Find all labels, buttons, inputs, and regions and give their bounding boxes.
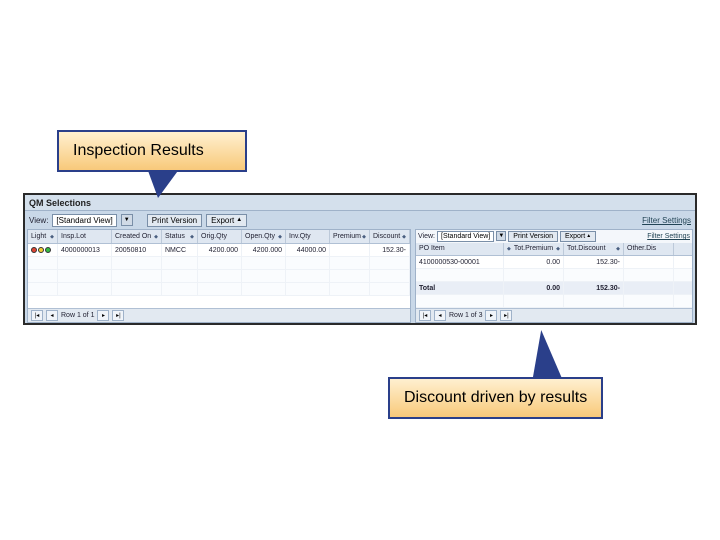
cell-insp-lot: 4000000013 — [58, 244, 112, 256]
print-version-button[interactable]: Print Version — [147, 214, 202, 227]
cell-orig-qty: 4200.000 — [198, 244, 242, 256]
view-select[interactable]: [Standard View] — [437, 231, 494, 242]
cell-status: NMCC — [162, 244, 198, 256]
col-insp-lot[interactable]: Insp.Lot — [58, 230, 112, 243]
pager-text: Row 1 of 3 — [449, 312, 482, 319]
pager-last-button[interactable]: ▸| — [112, 310, 124, 321]
left-pager: |◂ ◂ Row 1 of 1 ▸ ▸| — [28, 308, 410, 322]
export-button[interactable]: Export▲ — [560, 231, 596, 242]
traffic-light-icon — [31, 247, 51, 253]
col-orig-qty[interactable]: Orig.Qty — [198, 230, 242, 243]
callout-pointer — [517, 330, 562, 378]
table-row — [28, 257, 410, 270]
col-other-dis[interactable]: Other.Dis — [624, 243, 674, 255]
window-header: QM Selections — [25, 195, 695, 211]
view-label: View: — [418, 233, 435, 240]
callout-text: Inspection Results — [73, 142, 204, 159]
pager-first-button[interactable]: |◂ — [419, 310, 431, 321]
col-discount[interactable]: Discount◆ — [370, 230, 410, 243]
right-grid-header: PO Item ◆Tot.Premium◆ Tot.Discount◆ Othe… — [416, 243, 692, 256]
left-grid-header: Light◆ Insp.Lot Created On◆ Status◆ Orig… — [28, 230, 410, 244]
filter-settings-link[interactable]: Filter Settings — [647, 233, 690, 240]
cell-total-discount: 152.30- — [564, 282, 624, 294]
right-grid-body: 4100000530-00001 0.00 152.30- Total 0.00… — [416, 256, 692, 308]
col-tot-premium[interactable]: ◆Tot.Premium◆ — [504, 243, 564, 255]
table-row[interactable]: 4000000013 20050810 NMCC 4200.000 4200.0… — [28, 244, 410, 257]
table-row — [28, 283, 410, 296]
cell-premium — [330, 244, 370, 256]
table-row — [416, 269, 692, 282]
cell-inv-qty: 44000.00 — [286, 244, 330, 256]
col-status[interactable]: Status◆ — [162, 230, 198, 243]
pager-text: Row 1 of 1 — [61, 312, 94, 319]
callout-inspection-results: Inspection Results — [57, 130, 247, 172]
cell-total-premium: 0.00 — [504, 282, 564, 294]
pager-prev-button[interactable]: ◂ — [434, 310, 446, 321]
cell-open-qty: 4200.000 — [242, 244, 286, 256]
pager-prev-button[interactable]: ◂ — [46, 310, 58, 321]
filter-settings-link[interactable]: Filter Settings — [642, 216, 691, 225]
callout-text: Discount driven by results — [404, 389, 587, 406]
pager-next-button[interactable]: ▸ — [97, 310, 109, 321]
col-tot-discount[interactable]: Tot.Discount◆ — [564, 243, 624, 255]
pager-next-button[interactable]: ▸ — [485, 310, 497, 321]
cell-other — [624, 256, 674, 268]
cell-tot-discount: 152.30- — [564, 256, 624, 268]
cell-created-on: 20050810 — [112, 244, 162, 256]
view-select[interactable]: [Standard View] — [52, 214, 116, 227]
callout-discount: Discount driven by results — [388, 377, 603, 419]
table-total-row: Total 0.00 152.30- — [416, 282, 692, 295]
window-title: QM Selections — [29, 198, 91, 208]
inspection-lot-panel: Light◆ Insp.Lot Created On◆ Status◆ Orig… — [27, 229, 411, 323]
table-row[interactable]: 4100000530-00001 0.00 152.30- — [416, 256, 692, 269]
view-label: View: — [29, 216, 48, 225]
right-toolbar: View: [Standard View] ▼ Print Version Ex… — [416, 230, 692, 243]
po-summary-panel: View: [Standard View] ▼ Print Version Ex… — [415, 229, 693, 323]
pager-first-button[interactable]: |◂ — [31, 310, 43, 321]
table-row — [28, 270, 410, 283]
view-value: [Standard View] — [56, 216, 112, 225]
cell-tot-premium: 0.00 — [504, 256, 564, 268]
col-open-qty[interactable]: Open.Qty◆ — [242, 230, 286, 243]
right-pager: |◂ ◂ Row 1 of 3 ▸ ▸| — [416, 308, 692, 322]
view-dropdown-button[interactable]: ▼ — [121, 214, 133, 226]
pager-last-button[interactable]: ▸| — [500, 310, 512, 321]
col-created-on[interactable]: Created On◆ — [112, 230, 162, 243]
col-premium[interactable]: Premium◆ — [330, 230, 370, 243]
cell-total-other — [624, 282, 674, 294]
main-toolbar: View: [Standard View] ▼ Print Version Ex… — [25, 211, 695, 229]
print-version-button[interactable]: Print Version — [508, 231, 558, 242]
cell-po-item: 4100000530-00001 — [416, 256, 504, 268]
app-window: QM Selections View: [Standard View] ▼ Pr… — [23, 193, 697, 325]
left-grid-body: 4000000013 20050810 NMCC 4200.000 4200.0… — [28, 244, 410, 308]
col-light[interactable]: Light◆ — [28, 230, 58, 243]
table-row — [416, 295, 692, 308]
cell-light — [28, 244, 58, 256]
cell-discount: 152.30- — [370, 244, 410, 256]
export-button[interactable]: Export▲ — [206, 214, 247, 227]
col-po-item[interactable]: PO Item — [416, 243, 504, 255]
cell-total-label: Total — [416, 282, 504, 294]
view-dropdown-button[interactable]: ▼ — [496, 231, 506, 241]
col-inv-qty[interactable]: Inv.Qty — [286, 230, 330, 243]
